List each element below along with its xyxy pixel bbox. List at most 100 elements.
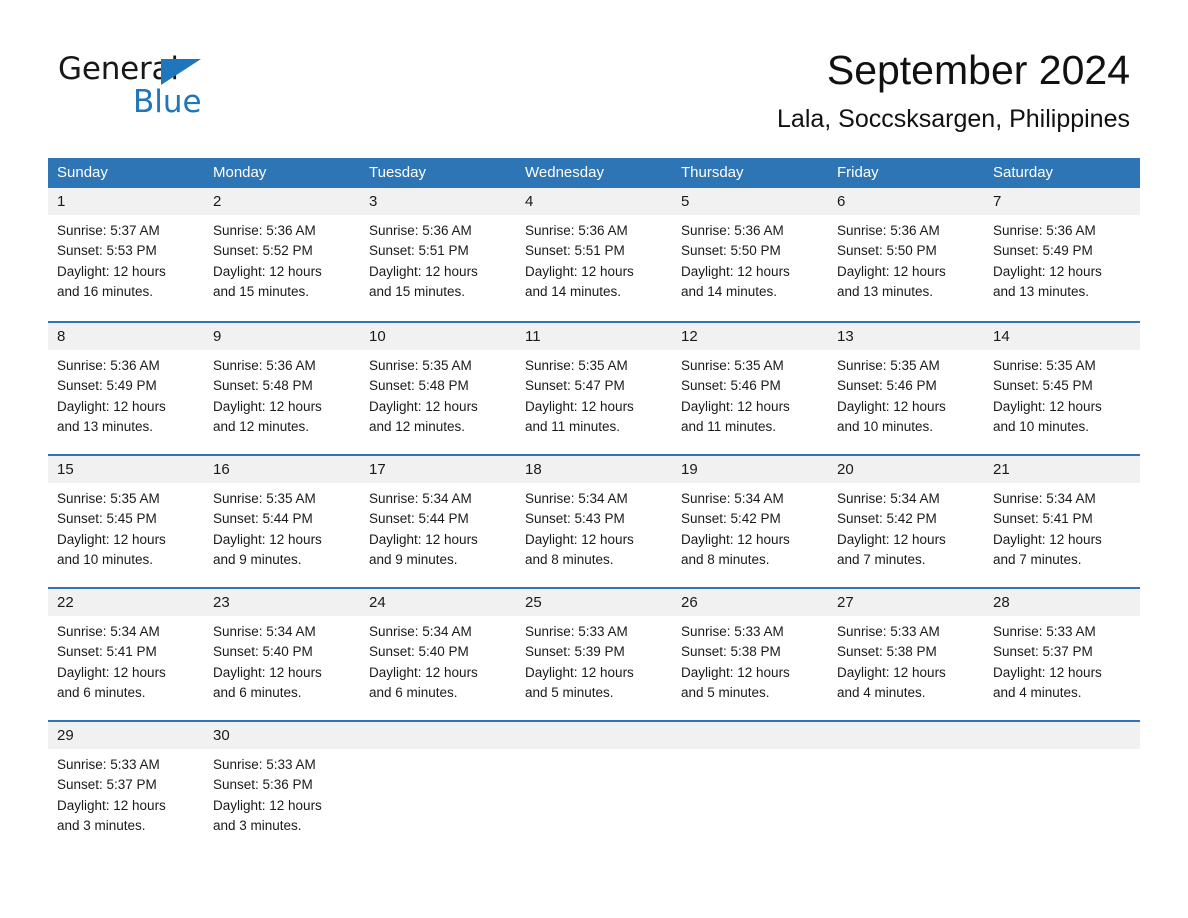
calendar-day-cell[interactable]: 10 Sunrise: 5:35 AM Sunset: 5:48 PM Dayligh… [360,323,516,454]
calendar-day-cell[interactable]: 30 Sunrise: 5:33 AM Sunset: 5:36 PM Dayligh… [204,722,360,853]
day-number: 20 [837,461,854,478]
daylight-text-line1: Daylight: 12 hours [213,531,322,547]
day-number: 16 [213,461,230,478]
day-number-band: 14 [984,323,1140,350]
calendar-day-cell[interactable]: 24 Sunrise: 5:34 AM Sunset: 5:40 PM Dayligh… [360,589,516,720]
calendar-day-cell[interactable]: 27 Sunrise: 5:33 AM Sunset: 5:38 PM Dayligh… [828,589,984,720]
sunset-text: Sunset: 5:50 PM [681,243,781,259]
sunset-text: Sunset: 5:42 PM [681,511,781,527]
day-number-band: 13 [828,323,984,350]
sunrise-text: Sunrise: 5:34 AM [369,624,472,639]
calendar-day-cell[interactable]: 4 Sunrise: 5:36 AM Sunset: 5:51 PM Daylight… [516,188,672,321]
calendar-day-cell[interactable]: 22 Sunrise: 5:34 AM Sunset: 5:41 PM Dayligh… [48,589,204,720]
day-number: 12 [681,328,698,345]
weekday-header-monday: Monday [213,164,267,181]
sunrise-text: Sunrise: 5:34 AM [681,491,784,506]
day-number-band: 7 [984,188,1140,215]
daylight-text-line1: Daylight: 12 hours [57,531,166,547]
day-number-band: 23 [204,589,360,616]
sunset-text: Sunset: 5:41 PM [993,511,1093,527]
daylight-text-line1: Daylight: 12 hours [837,263,946,279]
day-sun-info: Sunrise: 5:36 AM Sunset: 5:49 PM Daylight:… [984,215,1140,302]
daylight-text-line1: Daylight: 12 hours [57,797,166,813]
sunset-text: Sunset: 5:37 PM [993,644,1093,660]
day-number-band: 19 [672,456,828,483]
sunrise-text: Sunrise: 5:33 AM [525,624,628,639]
daylight-text-line2: and 15 minutes. [369,283,466,299]
calendar-grid: Sunday Monday Tuesday Wednesday Thursday… [48,158,1140,853]
calendar-day-cell[interactable]: 3 Sunrise: 5:36 AM Sunset: 5:51 PM Daylight… [360,188,516,321]
sunrise-text: Sunrise: 5:33 AM [213,757,316,772]
calendar-week-row: 29 Sunrise: 5:33 AM Sunset: 5:37 PM Dayligh… [48,720,1140,853]
day-sun-info: Sunrise: 5:36 AM Sunset: 5:51 PM Daylight:… [360,215,516,302]
calendar-day-cell[interactable]: 1 Sunrise: 5:37 AM Sunset: 5:53 PM Daylight… [48,188,204,321]
sunset-text: Sunset: 5:45 PM [57,511,157,527]
calendar-day-cell[interactable]: 17 Sunrise: 5:34 AM Sunset: 5:44 PM Dayligh… [360,456,516,587]
day-number-band: 28 [984,589,1140,616]
day-number-band [360,722,516,749]
sunset-text: Sunset: 5:53 PM [57,243,157,259]
daylight-text-line2: and 10 minutes. [993,418,1090,434]
general-blue-logo[interactable]: General Blue [58,52,258,130]
calendar-day-cell[interactable]: 23 Sunrise: 5:34 AM Sunset: 5:40 PM Dayligh… [204,589,360,720]
sunrise-text: Sunrise: 5:33 AM [993,624,1096,639]
day-number: 22 [57,594,74,611]
weeks-container: 1 Sunrise: 5:37 AM Sunset: 5:53 PM Daylight… [48,188,1140,853]
sunset-text: Sunset: 5:37 PM [57,777,157,793]
sunrise-text: Sunrise: 5:36 AM [57,358,160,373]
sunrise-text: Sunrise: 5:34 AM [837,491,940,506]
calendar-day-cell[interactable]: 2 Sunrise: 5:36 AM Sunset: 5:52 PM Daylight… [204,188,360,321]
calendar-day-cell[interactable]: 29 Sunrise: 5:33 AM Sunset: 5:37 PM Dayligh… [48,722,204,853]
sunset-text: Sunset: 5:41 PM [57,644,157,660]
calendar-day-cell[interactable]: 16 Sunrise: 5:35 AM Sunset: 5:44 PM Dayligh… [204,456,360,587]
day-sun-info: Sunrise: 5:34 AM Sunset: 5:40 PM Daylight:… [204,616,360,703]
calendar-day-cell[interactable]: 12 Sunrise: 5:35 AM Sunset: 5:46 PM Dayligh… [672,323,828,454]
day-number-band: 9 [204,323,360,350]
day-number: 11 [525,328,541,345]
sunset-text: Sunset: 5:52 PM [213,243,313,259]
calendar-day-cell[interactable]: 5 Sunrise: 5:36 AM Sunset: 5:50 PM Daylight… [672,188,828,321]
day-number-band: 21 [984,456,1140,483]
sunrise-text: Sunrise: 5:35 AM [57,491,160,506]
sunrise-text: Sunrise: 5:36 AM [369,223,472,238]
day-number: 5 [681,193,690,210]
calendar-day-cell[interactable]: 11 Sunrise: 5:35 AM Sunset: 5:47 PM Dayligh… [516,323,672,454]
daylight-text-line2: and 13 minutes. [837,283,934,299]
day-number: 25 [525,594,542,611]
sunrise-text: Sunrise: 5:33 AM [57,757,160,772]
day-number-band: 4 [516,188,672,215]
calendar-day-cell[interactable]: 28 Sunrise: 5:33 AM Sunset: 5:37 PM Dayligh… [984,589,1140,720]
calendar-day-cell[interactable]: 14 Sunrise: 5:35 AM Sunset: 5:45 PM Dayligh… [984,323,1140,454]
daylight-text-line2: and 6 minutes. [213,684,302,700]
calendar-day-cell[interactable]: 7 Sunrise: 5:36 AM Sunset: 5:49 PM Daylight… [984,188,1140,321]
calendar-day-cell[interactable]: 18 Sunrise: 5:34 AM Sunset: 5:43 PM Dayligh… [516,456,672,587]
calendar-day-cell[interactable]: 21 Sunrise: 5:34 AM Sunset: 5:41 PM Dayligh… [984,456,1140,587]
calendar-day-cell[interactable]: 25 Sunrise: 5:33 AM Sunset: 5:39 PM Dayligh… [516,589,672,720]
daylight-text-line1: Daylight: 12 hours [993,664,1102,680]
sunrise-text: Sunrise: 5:35 AM [525,358,628,373]
sunset-text: Sunset: 5:42 PM [837,511,937,527]
sunset-text: Sunset: 5:36 PM [213,777,313,793]
calendar-day-cell[interactable]: 15 Sunrise: 5:35 AM Sunset: 5:45 PM Dayligh… [48,456,204,587]
sunrise-text: Sunrise: 5:36 AM [213,358,316,373]
day-number-band: 27 [828,589,984,616]
sunset-text: Sunset: 5:44 PM [213,511,313,527]
calendar-day-cell[interactable]: 19 Sunrise: 5:34 AM Sunset: 5:42 PM Dayligh… [672,456,828,587]
day-number: 7 [993,193,1002,210]
calendar-day-cell[interactable]: 20 Sunrise: 5:34 AM Sunset: 5:42 PM Dayligh… [828,456,984,587]
daylight-text-line2: and 11 minutes. [681,418,777,434]
daylight-text-line2: and 6 minutes. [57,684,146,700]
daylight-text-line2: and 8 minutes. [525,551,614,567]
calendar-day-cell[interactable]: 13 Sunrise: 5:35 AM Sunset: 5:46 PM Dayligh… [828,323,984,454]
calendar-day-cell[interactable]: 6 Sunrise: 5:36 AM Sunset: 5:50 PM Daylight… [828,188,984,321]
calendar-week-row: 22 Sunrise: 5:34 AM Sunset: 5:41 PM Dayligh… [48,587,1140,720]
calendar-day-cell[interactable]: 8 Sunrise: 5:36 AM Sunset: 5:49 PM Daylight… [48,323,204,454]
day-sun-info: Sunrise: 5:33 AM Sunset: 5:37 PM Daylight:… [984,616,1140,703]
daylight-text-line2: and 4 minutes. [837,684,926,700]
sunrise-text: Sunrise: 5:33 AM [837,624,940,639]
daylight-text-line1: Daylight: 12 hours [213,263,322,279]
calendar-day-cell[interactable]: 26 Sunrise: 5:33 AM Sunset: 5:38 PM Dayligh… [672,589,828,720]
calendar-day-cell[interactable]: 9 Sunrise: 5:36 AM Sunset: 5:48 PM Daylight… [204,323,360,454]
day-sun-info: Sunrise: 5:36 AM Sunset: 5:52 PM Daylight:… [204,215,360,302]
day-sun-info: Sunrise: 5:34 AM Sunset: 5:41 PM Daylight:… [984,483,1140,570]
